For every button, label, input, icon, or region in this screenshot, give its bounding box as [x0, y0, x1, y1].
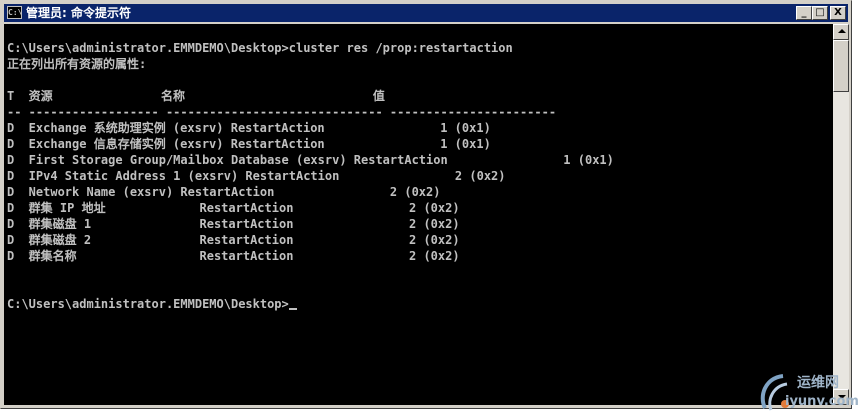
minimize-button[interactable]: _ — [796, 6, 812, 20]
scroll-up-button[interactable] — [833, 24, 849, 40]
table-row: D 群集名称 RestartAction 2 (0x2) — [7, 249, 460, 263]
table-row: D 群集磁盘 1 RestartAction 2 (0x2) — [7, 217, 460, 231]
cmd-icon[interactable]: C:\ — [7, 6, 22, 19]
command-line: C:\Users\administrator.EMMDEMO\Desktop>c… — [7, 41, 513, 55]
cmd-window: C:\ 管理员: 命令提示符 _ □ X C:\Users\administra… — [0, 0, 852, 409]
title-bar[interactable]: C:\ 管理员: 命令提示符 _ □ X — [4, 4, 848, 22]
console-output[interactable]: C:\Users\administrator.EMMDEMO\Desktop>c… — [4, 24, 833, 405]
table-row: D First Storage Group/Mailbox Database (… — [7, 153, 614, 167]
table-row: D 群集磁盘 2 RestartAction 2 (0x2) — [7, 233, 460, 247]
table-row: D Exchange 系统助理实例 (exsrv) RestartAction … — [7, 121, 491, 135]
scroll-thumb[interactable] — [833, 40, 849, 92]
table-header: T 资源 名称 值 — [7, 89, 385, 103]
prompt-text: C:\Users\administrator.EMMDEMO\Desktop> — [7, 297, 289, 311]
watermark-title: 运维网 — [797, 375, 839, 391]
prompt-line: C:\Users\administrator.EMMDEMO\Desktop> — [7, 296, 297, 312]
text-cursor — [288, 308, 297, 310]
table-row: D Network Name (exsrv) RestartAction 2 (… — [7, 185, 441, 199]
window-title: 管理员: 命令提示符 — [26, 6, 131, 20]
site-watermark: 运维网 iyunv.com — [755, 368, 859, 416]
watermark-url: iyunv.com — [785, 394, 859, 409]
arrow-up-icon — [838, 29, 846, 33]
table-row: D Exchange 信息存储实例 (exsrv) RestartAction … — [7, 137, 491, 151]
table-separator: -- ------------------ ------------------… — [7, 105, 557, 119]
table-row: D IPv4 Static Address 1 (exsrv) RestartA… — [7, 169, 506, 183]
vertical-scrollbar[interactable] — [833, 24, 849, 405]
console-line: 正在列出所有资源的属性: — [7, 57, 147, 71]
table-row: D 群集 IP 地址 RestartAction 2 (0x2) — [7, 201, 460, 215]
close-button[interactable]: X — [830, 6, 846, 20]
window-controls: _ □ X — [796, 6, 846, 20]
maximize-button[interactable]: □ — [812, 6, 828, 20]
